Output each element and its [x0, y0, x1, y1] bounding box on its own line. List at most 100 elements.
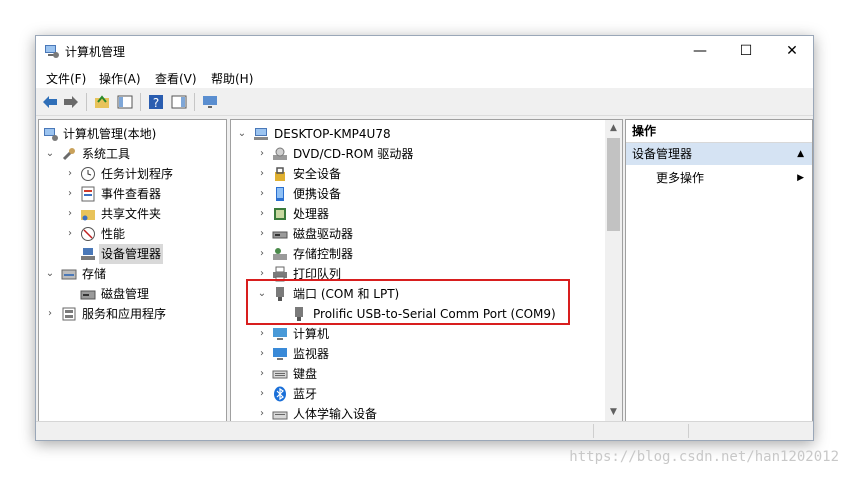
window-title: 计算机管理	[65, 45, 126, 59]
chevron-right-icon[interactable]: ›	[257, 384, 267, 404]
forward-icon[interactable]	[62, 93, 80, 111]
device-category-label: 监视器	[293, 347, 330, 361]
action-pane-icon[interactable]	[170, 93, 188, 111]
device-tree-pane: ⌄ DESKTOP-KMP4U78 › DVD/CD-ROM 驱动器 › 安全设…	[230, 119, 623, 422]
event-viewer-icon	[81, 186, 95, 202]
chevron-right-icon[interactable]: ▶	[797, 167, 804, 189]
svg-text:?: ?	[153, 96, 159, 110]
chevron-right-icon[interactable]: ›	[257, 404, 267, 421]
device-category-label: DVD/CD-ROM 驱动器	[293, 147, 414, 161]
actions-header: 操作	[626, 120, 812, 143]
monitor-icon[interactable]	[201, 93, 219, 111]
toolbar-separator	[140, 93, 141, 111]
actions-pane: 操作 设备管理器 ▲ 更多操作 ▶	[625, 119, 813, 422]
scroll-down-icon[interactable]: ▼	[605, 404, 622, 421]
device-category-label: 计算机	[293, 327, 330, 341]
menu-file[interactable]: 文件(F)	[46, 70, 86, 87]
bluetooth-icon	[274, 386, 286, 402]
chevron-right-icon[interactable]: ›	[257, 244, 267, 264]
tree-item-label: 系统工具	[82, 147, 131, 161]
tree-item-label: 磁盘管理	[101, 287, 150, 301]
services-icon	[62, 307, 76, 321]
computer-management-window: 计算机管理 — ☐ ✕ 文件(F) 操作(A) 查看(V) 帮助(H) ? 计算…	[35, 35, 814, 441]
chevron-right-icon[interactable]: ›	[45, 304, 55, 324]
chevron-right-icon[interactable]: ›	[257, 164, 267, 184]
console-tree-pane: 计算机管理(本地) ⌄ 系统工具 › 任务计划程序 › 事件查看器 › 共享文件…	[38, 119, 227, 422]
scroll-thumb[interactable]	[607, 138, 620, 231]
computer-icon	[273, 328, 287, 340]
toolbar-separator	[86, 93, 87, 111]
status-bar	[36, 421, 813, 440]
chevron-right-icon[interactable]: ›	[257, 204, 267, 224]
device-category-label: 键盘	[293, 367, 318, 381]
chevron-right-icon[interactable]: ›	[65, 184, 75, 204]
scroll-up-icon[interactable]: ▲	[605, 120, 622, 137]
portable-device-icon	[276, 187, 284, 201]
chevron-right-icon[interactable]: ›	[65, 204, 75, 224]
title-bar: 计算机管理 — ☐ ✕	[36, 36, 813, 66]
menu-help[interactable]: 帮助(H)	[211, 70, 253, 87]
device-category-label: 磁盘驱动器	[293, 227, 354, 241]
performance-icon	[81, 227, 95, 241]
device-category-label: 蓝牙	[293, 387, 318, 401]
tree-item-label: 性能	[101, 227, 126, 241]
device-category-label: 存储控制器	[293, 247, 354, 261]
chevron-right-icon[interactable]: ›	[65, 164, 75, 184]
actions-section-device-manager[interactable]: 设备管理器 ▲	[626, 143, 812, 165]
toolbar-separator	[194, 93, 195, 111]
menu-action[interactable]: 操作(A)	[99, 70, 141, 87]
chevron-right-icon[interactable]: ›	[257, 184, 267, 204]
tree-item-label: 共享文件夹	[101, 207, 162, 221]
tools-icon	[62, 148, 75, 161]
highlight-annotation-box	[246, 279, 570, 325]
computer-management-icon	[44, 128, 58, 141]
keyboard-icon	[272, 370, 288, 379]
chevron-down-icon[interactable]: ⌄	[237, 124, 247, 144]
processor-icon	[274, 208, 286, 220]
chevron-down-icon[interactable]: ⌄	[45, 144, 55, 164]
tree-item-label: 任务计划程序	[101, 167, 174, 181]
disk-management-icon	[80, 290, 96, 300]
hid-icon	[272, 411, 288, 420]
chevron-right-icon[interactable]: ›	[257, 324, 267, 344]
computer-icon	[254, 128, 268, 140]
menu-view[interactable]: 查看(V)	[155, 70, 197, 87]
close-button[interactable]: ✕	[769, 36, 815, 66]
monitor-icon	[273, 348, 287, 360]
minimize-button[interactable]: —	[677, 36, 723, 66]
disk-drive-icon	[272, 231, 288, 239]
chevron-right-icon[interactable]: ›	[257, 144, 267, 164]
chevron-right-icon[interactable]: ›	[257, 344, 267, 364]
tree-item-label: 计算机管理(本地)	[63, 127, 157, 141]
status-separator	[688, 424, 689, 438]
show-hide-tree-icon[interactable]	[116, 93, 134, 111]
device-category-label: 安全设备	[293, 167, 342, 181]
chevron-right-icon[interactable]: ›	[257, 224, 267, 244]
help-icon[interactable]: ?	[147, 93, 165, 111]
chevron-right-icon[interactable]: ›	[65, 224, 75, 244]
status-separator	[593, 424, 594, 438]
storage-icon	[61, 269, 77, 280]
collapse-up-icon[interactable]: ▲	[797, 143, 804, 165]
chevron-down-icon[interactable]: ⌄	[45, 264, 55, 284]
storage-controller-icon	[273, 248, 287, 260]
vertical-scrollbar[interactable]: ▲ ▼	[605, 120, 622, 421]
up-folder-icon[interactable]	[93, 93, 111, 111]
tree-item-label: 服务和应用程序	[82, 307, 167, 321]
actions-section-label: 设备管理器	[632, 147, 693, 161]
menu-bar: 文件(F) 操作(A) 查看(V) 帮助(H)	[36, 66, 813, 88]
device-category-label: 人体学输入设备	[293, 407, 378, 421]
tree-item-label: 存储	[82, 267, 107, 281]
device-category-label: 处理器	[293, 207, 330, 221]
device-tree-root-label: DESKTOP-KMP4U78	[274, 127, 391, 141]
dvd-drive-icon	[273, 147, 287, 160]
toolbar: ?	[36, 89, 813, 116]
more-actions-item[interactable]: 更多操作	[656, 167, 704, 189]
chevron-right-icon[interactable]: ›	[257, 364, 267, 384]
computer-management-icon	[45, 45, 59, 58]
device-category-label: 便携设备	[293, 187, 342, 201]
back-icon[interactable]	[41, 93, 59, 111]
tree-item-label: 设备管理器	[99, 244, 164, 264]
security-device-icon	[275, 167, 285, 181]
maximize-button[interactable]: ☐	[723, 36, 769, 66]
